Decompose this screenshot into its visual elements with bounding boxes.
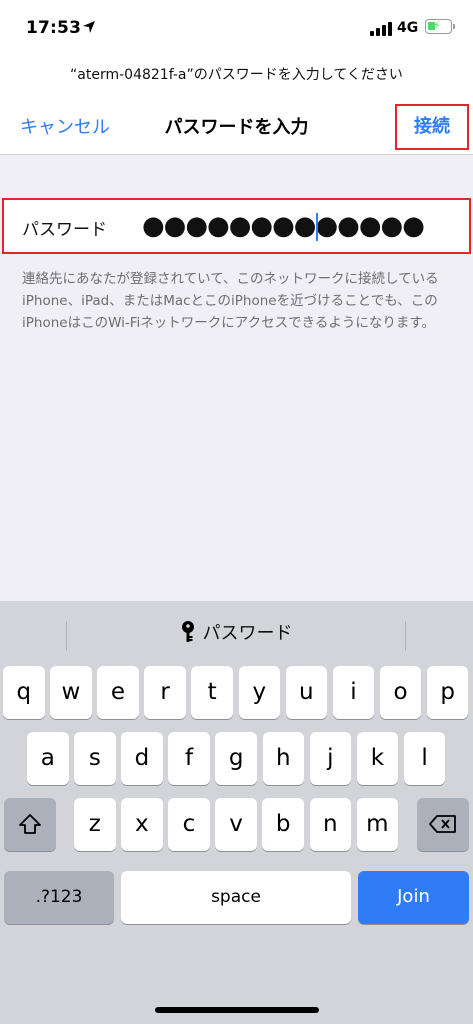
key-g[interactable]: g <box>215 732 257 785</box>
suggestion-label: パスワード <box>202 623 293 644</box>
cell-signal-icon <box>370 22 392 36</box>
shift-key[interactable] <box>4 798 56 851</box>
key-c[interactable]: c <box>168 798 210 851</box>
network-prompt: “aterm-04821f-a”のパスワードを入力してください <box>70 67 403 83</box>
home-indicator[interactable] <box>155 1007 319 1013</box>
key-l[interactable]: l <box>403 732 446 785</box>
key-s[interactable]: s <box>74 732 116 785</box>
key-w[interactable]: w <box>50 666 92 719</box>
key-y[interactable]: y <box>238 666 280 719</box>
key-p[interactable]: p <box>426 666 469 719</box>
key-u[interactable]: u <box>285 666 328 719</box>
keyboard: パスワード q w e r t y u i o p a s d f g h j k l z x c v b n m .?123 spa… <box>0 601 473 1024</box>
key-v[interactable]: v <box>215 798 257 851</box>
key-a[interactable]: a <box>27 732 69 785</box>
delete-key[interactable] <box>417 798 469 851</box>
password-autofill-suggestion[interactable]: パスワード <box>0 619 473 645</box>
key-h[interactable]: h <box>262 732 304 785</box>
key-icon <box>181 621 194 642</box>
key-b[interactable]: b <box>262 798 304 851</box>
key-d[interactable]: d <box>121 732 163 785</box>
space-key[interactable]: space <box>121 871 351 924</box>
key-m[interactable]: m <box>356 798 399 851</box>
header-area: 17:53 4G ⚡ “aterm-04821f-a”のパスワードを入力してくだ… <box>0 0 473 155</box>
password-row[interactable]: パスワード <box>2 198 471 254</box>
battery-tip <box>453 24 455 29</box>
shift-icon <box>19 814 41 834</box>
suggestion-bar: パスワード <box>0 601 473 659</box>
key-x[interactable]: x <box>121 798 163 851</box>
key-n[interactable]: n <box>309 798 351 851</box>
status-time: 17:53 <box>26 18 82 38</box>
password-input[interactable] <box>142 208 442 244</box>
join-button[interactable]: 接続 <box>395 104 469 150</box>
network-type: 4G <box>397 20 419 36</box>
keyboard-join-key[interactable]: Join <box>358 871 469 924</box>
key-q[interactable]: q <box>3 666 45 719</box>
status-bar: 17:53 4G ⚡ <box>0 0 473 56</box>
cancel-button[interactable]: キャンセル <box>20 113 110 139</box>
key-t[interactable]: t <box>191 666 233 719</box>
key-r[interactable]: r <box>144 666 186 719</box>
key-k[interactable]: k <box>356 732 399 785</box>
help-text: 連絡先にあなたが登録されていて、このネットワークに接続しているiPhone、iP… <box>22 271 439 331</box>
numbers-key[interactable]: .?123 <box>4 871 114 924</box>
delete-icon <box>429 815 456 833</box>
key-o[interactable]: o <box>379 666 422 719</box>
key-e[interactable]: e <box>97 666 139 719</box>
password-label: パスワード <box>22 220 107 240</box>
key-i[interactable]: i <box>332 666 375 719</box>
key-z[interactable]: z <box>74 798 116 851</box>
nav-bar: キャンセル パスワードを入力 接続 <box>0 104 473 150</box>
key-j[interactable]: j <box>309 732 352 785</box>
location-arrow-icon <box>83 21 95 33</box>
battery-charging-icon: ⚡ <box>425 19 452 34</box>
key-f[interactable]: f <box>168 732 210 785</box>
text-caret <box>316 213 318 241</box>
